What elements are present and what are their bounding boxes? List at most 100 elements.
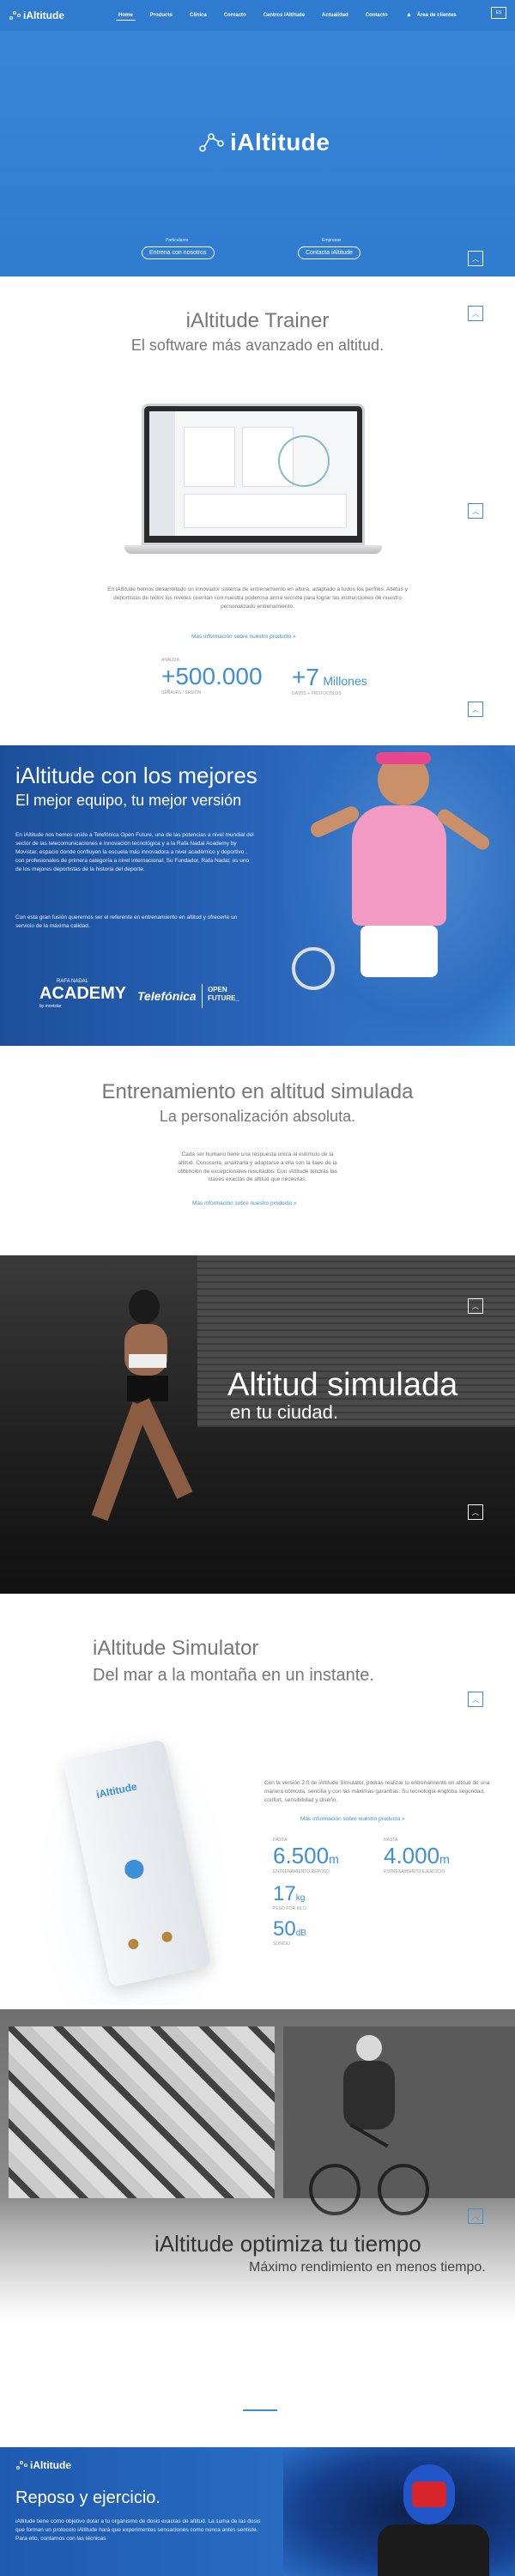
- hero-left-caption: Particulares: [166, 238, 189, 243]
- nav-item-actualidad[interactable]: Actualidad: [319, 11, 351, 21]
- runner-image: [77, 1290, 215, 1582]
- nav-item-clientes[interactable]: 🔒︎ Área de clientes: [403, 11, 462, 21]
- hero-section: iAltitude Particulares Entrena con nosot…: [0, 0, 515, 276]
- stat-weight: 17kg PESO POR KILO: [273, 1882, 306, 1911]
- nav-item-clientes-label: Área de clientes: [416, 12, 457, 18]
- trainer-paragraph: En iAltitude hemos desarrollado un innov…: [107, 586, 408, 610]
- stat-signals-sub: SEÑALES / SESIÓN: [161, 690, 202, 696]
- scroll-up-button-2[interactable]: ︿: [468, 306, 483, 321]
- partners-paragraph-2: Con esta gran fusión queremos ser el ref…: [15, 914, 238, 930]
- scroll-up-button-4[interactable]: ︿: [468, 702, 483, 717]
- graffiti-wall: [9, 2026, 275, 2198]
- footer-logo: iAltitude: [15, 2459, 71, 2471]
- partners-paragraph-1: En iAltitude nos hemos unido a Telefónic…: [15, 832, 254, 873]
- stat-rest-value: 6.500: [273, 1843, 330, 1868]
- nav-item-centros[interactable]: Centros iAltitude: [261, 11, 307, 21]
- chevron-up-icon: ︿: [472, 507, 479, 515]
- rafa-logo-main: ACADEMY: [39, 984, 127, 1003]
- rafa-nadal-academy-logo: RAFA NADAL ACADEMY by movistar: [15, 979, 126, 1009]
- rafa-logo-by: by movistar: [39, 1004, 62, 1009]
- train-with-us-button[interactable]: Entrena con nosotros: [142, 246, 215, 259]
- language-selector[interactable]: ES: [491, 7, 506, 19]
- stat-exercise-sub: ENTRENAMIENTO EJERCICIO: [384, 1869, 445, 1874]
- stat-data-sub: DATOS + PROTOCOLOS: [292, 691, 342, 696]
- stat-data-unit: Millones: [323, 674, 367, 688]
- nav-item-contacto[interactable]: Contacto: [221, 11, 249, 21]
- stat-sound-unit: dB: [295, 1929, 306, 1938]
- chevron-up-icon: ︿: [472, 1695, 479, 1704]
- stat-exercise-altitude: HASTA 4.000m ENTRENAMIENTO EJERCICIO: [384, 1838, 450, 1874]
- footer-logo-text: iAltitude: [30, 2459, 71, 2471]
- nav-item-home[interactable]: Home: [116, 11, 136, 21]
- stat-sound-value: 50: [273, 1917, 296, 1941]
- simulator-subtitle: Del mar a la montaña en un instante.: [93, 1666, 374, 1685]
- athlete-mask-image: [283, 2447, 515, 2576]
- simulated-more-link[interactable]: Más información sobre nuestro producto »: [192, 1200, 297, 1206]
- simulator-device-image: iAltitude: [34, 1722, 232, 2005]
- simulator-title: iAltitude Simulator: [93, 1637, 259, 1660]
- stat-exercise-value: 4.000: [384, 1843, 440, 1868]
- chevron-up-icon: ︿: [472, 1508, 479, 1516]
- chevron-up-icon: ︿: [472, 1302, 479, 1310]
- chevron-up-icon: ︿: [472, 254, 479, 263]
- stat-sound-sub: SONIDO: [273, 1941, 290, 1947]
- partners-subtitle: El mejor equipo, tu mejor versión: [15, 792, 242, 809]
- footer-section: iAltitude Reposo y ejercicio. iAltitude …: [0, 2447, 515, 2576]
- laptop-image: [124, 404, 382, 558]
- nav-item-producto[interactable]: Producto: [148, 11, 175, 21]
- footer-title: Reposo y ejercicio.: [15, 2488, 161, 2507]
- nav-item-contacto-2[interactable]: Contacto: [363, 11, 391, 21]
- altitude-logo-icon: [199, 133, 224, 152]
- scroll-up-button[interactable]: ︿: [468, 251, 483, 266]
- simulated-paragraph: Cada ser humano tiene una respuesta únic…: [177, 1151, 338, 1183]
- running-subtitle: en tu ciudad.: [230, 1401, 338, 1423]
- footer-paragraph: iAltitude tiene como objetivo dotar a tu…: [15, 2518, 261, 2543]
- stat-weight-sub: PESO POR KILO: [273, 1906, 306, 1911]
- stat-data-value: +7: [292, 664, 319, 690]
- hero-logo-text: iAltitude: [230, 129, 330, 155]
- telefonica-logo: Telefónica: [137, 989, 197, 1003]
- device-label: iAltitude: [94, 1780, 138, 1801]
- cyclist-section: ︿ iAltitude optimiza tu tiempo Máximo re…: [0, 2009, 515, 2353]
- trainer-subtitle: El software más avanzado en altitud.: [130, 337, 385, 354]
- stat-data: +7 Millones DATOS + PROTOCOLOS: [292, 664, 367, 696]
- simulated-subtitle: La personalización absoluta.: [159, 1108, 356, 1125]
- altitude-logo-icon: [16, 2461, 27, 2470]
- trainer-title: iAltitude Trainer: [185, 309, 330, 332]
- nav-item-clinica[interactable]: Clínica: [187, 11, 209, 21]
- chevron-up-icon: ︿: [472, 2212, 479, 2221]
- simulator-more-link[interactable]: Más información sobre nuestro producto »: [300, 1816, 405, 1822]
- scroll-up-button-3[interactable]: ︿: [468, 503, 483, 519]
- hero-logo: iAltitude: [197, 129, 330, 156]
- section-divider: [243, 2409, 277, 2411]
- partners-section: iAltitude con los mejores El mejor equip…: [0, 745, 515, 1046]
- altitude-logo-icon: [9, 11, 21, 20]
- scroll-up-button-6[interactable]: ︿: [468, 1504, 483, 1520]
- software-screenshot: [149, 411, 357, 536]
- tennis-player-image: [283, 745, 515, 1046]
- scroll-up-button-8[interactable]: ︿: [468, 2208, 483, 2224]
- stat-signals: ANALIZA +500.000 SEÑALES / SESIÓN: [161, 658, 263, 696]
- running-section: Altitud simulada en tu ciudad. ︿ ︿: [0, 1255, 515, 1594]
- laptop-screen: [142, 404, 365, 545]
- open-future-logo: OPEN FUTURE_: [208, 986, 239, 1002]
- stat-rest-unit: m: [329, 1852, 339, 1866]
- stat-rest-altitude: HASTA 6.500m ENTRENAMIENTO REPOSO: [273, 1838, 339, 1874]
- top-navbar: iAltitude Home Producto Clínica Contacto…: [0, 0, 515, 31]
- chevron-up-icon: ︿: [472, 705, 479, 714]
- scroll-up-button-5[interactable]: ︿: [468, 1298, 483, 1314]
- stat-signals-value: +500.000: [161, 663, 263, 690]
- simulated-title: Entrenamiento en altitud simulada: [101, 1080, 414, 1103]
- scroll-up-button-7[interactable]: ︿: [468, 1692, 483, 1707]
- running-title: Altitud simulada: [227, 1367, 458, 1403]
- stat-sound: 50dB SONIDO: [273, 1917, 306, 1947]
- partners-title: iAltitude con los mejores: [15, 762, 258, 788]
- optimize-subtitle: Máximo rendimiento en menos tiempo.: [249, 2260, 486, 2275]
- nav-menu: Home Producto Clínica Contacto Centros i…: [116, 11, 462, 21]
- contact-button[interactable]: Contacta iAltitude: [298, 246, 360, 259]
- optimize-title: iAltitude optimiza tu tiempo: [154, 2231, 421, 2257]
- stat-rest-sub: ENTRENAMIENTO REPOSO: [273, 1869, 330, 1874]
- trainer-more-link[interactable]: Más información sobre nuestro producto »: [191, 634, 296, 640]
- nav-logo[interactable]: iAltitude: [9, 9, 64, 21]
- simulator-paragraph: Con la versión 2.0 de iAltitude Simulato…: [264, 1780, 490, 1803]
